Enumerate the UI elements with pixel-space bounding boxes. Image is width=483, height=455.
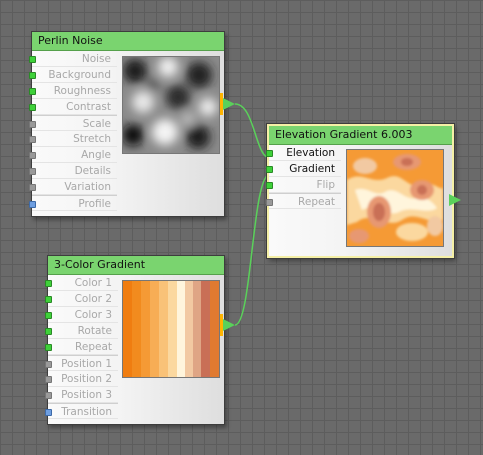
port-connector-icon[interactable] [29, 56, 36, 63]
port-connector-icon[interactable] [29, 88, 36, 95]
node-title[interactable]: Perlin Noise [32, 32, 224, 51]
port-label: Contrast [66, 101, 111, 113]
port-color-1[interactable]: Color 1 [45, 275, 118, 291]
port-variation[interactable]: Variation [29, 179, 117, 195]
port-elevation[interactable]: Elevation [266, 145, 341, 161]
perlin-output-port-icon[interactable] [223, 98, 235, 110]
port-background[interactable]: Background [29, 67, 117, 83]
port-connector-icon[interactable] [29, 168, 36, 175]
port-label: Roughness [53, 85, 111, 97]
port-color-3[interactable]: Color 3 [45, 307, 118, 323]
port-connector-icon[interactable] [29, 201, 36, 208]
port-color-2[interactable]: Color 2 [45, 291, 118, 307]
port-transition[interactable]: Transition [45, 403, 118, 419]
port-connector-icon[interactable] [45, 344, 52, 351]
port-connector-icon[interactable] [45, 376, 52, 383]
perlin-noise-node[interactable]: Perlin Noise Noise Background Roughness … [29, 31, 225, 217]
port-profile[interactable]: Profile [29, 195, 117, 211]
port-label: Profile [78, 198, 111, 210]
port-label: Color 1 [74, 277, 112, 289]
port-label: Transition [61, 406, 112, 418]
elevation-port-list: Elevation Gradient Flip Repeat [266, 145, 341, 209]
port-scale[interactable]: Scale [29, 115, 117, 131]
port-label: Gradient [289, 163, 335, 175]
port-repeat[interactable]: Repeat [266, 193, 341, 209]
gradient-preview [122, 280, 220, 378]
port-noise[interactable]: Noise [29, 51, 117, 67]
port-repeat[interactable]: Repeat [45, 339, 118, 355]
port-rotate[interactable]: Rotate [45, 323, 118, 339]
port-label: Details [74, 165, 111, 177]
port-label: Repeat [75, 341, 112, 353]
port-gradient[interactable]: Gradient [266, 161, 341, 177]
port-label: Rotate [77, 325, 112, 337]
gradient-port-list: Color 1 Color 2 Color 3 Rotate Repeat Po… [45, 275, 118, 419]
port-label: Elevation [286, 147, 335, 159]
three-color-gradient-node[interactable]: 3-Color Gradient Color 1 Color 2 Color 3… [45, 255, 225, 425]
port-label: Scale [82, 118, 111, 130]
port-connector-icon[interactable] [29, 152, 36, 159]
port-label: Color 2 [74, 293, 112, 305]
wire-noise-to-elevation[interactable] [234, 103, 271, 159]
elevation-gradient-node[interactable]: Elevation Gradient 6.003 Elevation Gradi… [266, 124, 454, 258]
perlin-port-list: Noise Background Roughness Contrast Scal… [29, 51, 117, 211]
port-label: Flip [316, 179, 335, 191]
port-label: Background [48, 69, 111, 81]
port-flip[interactable]: Flip [266, 177, 341, 193]
port-label: Stretch [73, 133, 111, 145]
port-connector-icon[interactable] [45, 280, 52, 287]
port-connector-icon[interactable] [45, 361, 52, 368]
elevation-output-port-icon[interactable] [449, 194, 461, 206]
port-connector-icon[interactable] [266, 182, 273, 189]
port-position-3[interactable]: Position 3 [45, 387, 118, 403]
port-connector-icon[interactable] [45, 328, 52, 335]
port-stretch[interactable]: Stretch [29, 131, 117, 147]
port-label: Color 3 [74, 309, 112, 321]
port-connector-icon[interactable] [29, 104, 36, 111]
node-title[interactable]: Elevation Gradient 6.003 [269, 126, 452, 145]
port-roughness[interactable]: Roughness [29, 83, 117, 99]
port-connector-icon[interactable] [266, 199, 273, 206]
node-title[interactable]: 3-Color Gradient [48, 256, 224, 275]
perlin-noise-preview [122, 56, 220, 154]
port-connector-icon[interactable] [45, 409, 52, 416]
port-angle[interactable]: Angle [29, 147, 117, 163]
port-details[interactable]: Details [29, 163, 117, 179]
gradient-output-port-icon[interactable] [223, 319, 235, 331]
elevation-gradient-preview [346, 149, 444, 247]
port-label: Position 2 [61, 373, 112, 385]
port-label: Position 3 [61, 389, 112, 401]
port-connector-icon[interactable] [266, 150, 273, 157]
port-connector-icon[interactable] [45, 392, 52, 399]
wire-gradient-to-gradient[interactable] [234, 173, 271, 326]
port-label: Angle [81, 149, 111, 161]
port-connector-icon[interactable] [29, 136, 36, 143]
port-label: Noise [81, 53, 111, 65]
port-position-1[interactable]: Position 1 [45, 355, 118, 371]
port-connector-icon[interactable] [45, 296, 52, 303]
port-connector-icon[interactable] [29, 121, 36, 128]
port-label: Position 1 [61, 358, 112, 370]
port-connector-icon[interactable] [45, 312, 52, 319]
port-label: Variation [64, 181, 111, 193]
port-connector-icon[interactable] [29, 184, 36, 191]
port-connector-icon[interactable] [29, 72, 36, 79]
port-connector-icon[interactable] [266, 166, 273, 173]
port-label: Repeat [298, 196, 335, 208]
port-contrast[interactable]: Contrast [29, 99, 117, 115]
port-position-2[interactable]: Position 2 [45, 371, 118, 387]
